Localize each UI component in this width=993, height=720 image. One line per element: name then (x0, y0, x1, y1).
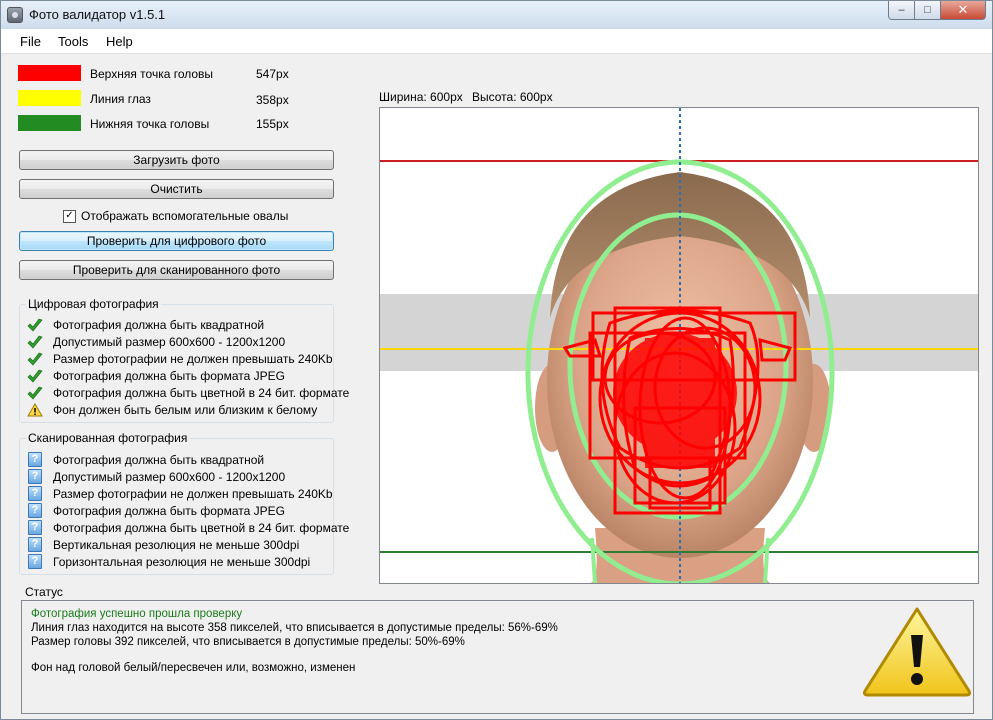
menu-file[interactable]: File (20, 34, 41, 49)
legend-value-bottom: 155px (256, 117, 289, 131)
question-icon: ? (27, 503, 43, 519)
question-icon: ? (27, 486, 43, 502)
legend-swatch-bottom (18, 115, 81, 131)
status-line-head: Размер головы 392 пикселей, что вписывае… (31, 636, 465, 648)
question-glyph: ? (28, 537, 42, 552)
green-check-icon (27, 334, 43, 350)
digital-check-item-text: Размер фотографии не должен превышать 24… (53, 351, 333, 366)
menu-help[interactable]: Help (106, 34, 133, 49)
digital-check-item: Фотография должна быть квадратной (27, 316, 264, 333)
green-check-icon (27, 385, 43, 401)
digital-check-item: Допустимый размер 600x600 - 1200x1200 (27, 333, 285, 350)
load-photo-button[interactable]: Загрузить фото (19, 150, 334, 170)
camera-icon (7, 7, 23, 23)
legend-label-top: Верхняя точка головы (90, 67, 214, 81)
digital-check-item: Размер фотографии не должен превышать 24… (27, 350, 333, 367)
minimize-button[interactable]: ‒ (888, 1, 915, 20)
scanned-check-item: ? Фотография должна быть цветной в 24 бит… (27, 519, 349, 536)
show-ovals-checkbox[interactable]: ✓ (63, 209, 76, 223)
photo-width-label: Ширина: 600px (379, 90, 463, 104)
status-panel: Фотография успешно прошла проверку Линия… (21, 600, 974, 714)
question-icon: ? (27, 520, 43, 536)
question-glyph: ? (28, 452, 42, 467)
warning-icon (27, 402, 43, 418)
photo-preview[interactable] (379, 107, 979, 584)
show-ovals-label: Отображать вспомогательные овалы (81, 209, 289, 223)
scanned-check-item: ? Допустимый размер 600x600 - 1200x1200 (27, 468, 285, 485)
window-controls: ‒ □ ✕ (888, 1, 986, 21)
status-line-eyes: Линия глаз находится на высоте 358 пиксе… (31, 622, 558, 634)
menu-tools[interactable]: Tools (58, 34, 88, 49)
question-glyph: ? (28, 503, 42, 518)
scanned-check-item-text: Фотография должна быть квадратной (53, 452, 265, 467)
title-bar[interactable]: Фото валидатор v1.5.1 ‒ □ ✕ (1, 1, 992, 29)
minimize-icon: ‒ (898, 4, 905, 16)
close-icon: ✕ (957, 2, 969, 17)
legend-swatch-top (18, 65, 81, 81)
scanned-check-item: ? Вертикальная резолюция не меньше 300dpi (27, 536, 299, 553)
question-glyph: ? (28, 554, 42, 569)
scanned-check-item: ? Фотография должна быть квадратной (27, 451, 264, 468)
legend-value-top: 547px (256, 67, 289, 81)
green-check-icon (27, 351, 43, 367)
app-window: Фото валидатор v1.5.1 ‒ □ ✕ File Tools H… (0, 0, 993, 720)
digital-check-item-text: Фотография должна быть формата JPEG (53, 368, 285, 383)
digital-check-item: Фотография должна быть формата JPEG (27, 367, 285, 384)
scanned-check-item: ? Горизонтальная резолюция не меньше 300d… (27, 553, 310, 570)
scanned-check-item-text: Вертикальная резолюция не меньше 300dpi (53, 537, 300, 552)
digital-group-title: Цифровая фотография (26, 297, 161, 311)
scanned-check-item-text: Фотография должна быть формата JPEG (53, 503, 285, 518)
legend-swatch-eyes (18, 90, 81, 106)
question-glyph: ? (28, 520, 42, 535)
scanned-check-item-text: Горизонтальная резолюция не меньше 300dp… (53, 554, 311, 569)
scanned-group-title: Сканированная фотография (26, 431, 190, 445)
close-button[interactable]: ✕ (941, 1, 986, 20)
photo-height-label: Высота: 600px (472, 90, 553, 104)
maximize-button[interactable]: □ (915, 1, 941, 20)
digital-check-item: Фотография должна быть цветной в 24 бит.… (27, 384, 349, 401)
question-icon: ? (27, 469, 43, 485)
digital-check-item: Фон должен быть белым или близким к бело… (27, 401, 317, 418)
scanned-check-item-text: Допустимый размер 600x600 - 1200x1200 (53, 469, 286, 484)
question-icon: ? (27, 537, 43, 553)
checkmark-icon: ✓ (65, 210, 74, 221)
digital-check-item-text: Фотография должна быть цветной в 24 бит.… (53, 385, 350, 400)
check-scanned-button[interactable]: Проверить для сканированного фото (19, 260, 334, 280)
question-icon: ? (27, 452, 43, 468)
main-content: Верхняя точка головы 547px Линия глаз 35… (1, 54, 992, 719)
question-glyph: ? (28, 486, 42, 501)
legend-label-eyes: Линия глаз (90, 92, 151, 106)
digital-photo-group: Цифровая фотография Фотография должна бы… (19, 297, 349, 423)
scanned-check-item: ? Размер фотографии не должен превышать 2… (27, 485, 333, 502)
window-title: Фото валидатор v1.5.1 (29, 7, 166, 22)
show-ovals-checkbox-row[interactable]: ✓ Отображать вспомогательные овалы (63, 208, 288, 224)
status-success: Фотография успешно прошла проверку (31, 608, 243, 620)
legend-label-bottom: Нижняя точка головы (90, 117, 210, 131)
question-glyph: ? (28, 469, 42, 484)
scanned-check-item-text: Размер фотографии не должен превышать 24… (53, 486, 333, 501)
status-line-background: Фон над головой белый/пересвечен или, во… (31, 662, 356, 674)
green-check-icon (27, 317, 43, 333)
scanned-check-item-text: Фотография должна быть цветной в 24 бит.… (53, 520, 350, 535)
scanned-photo-group: Сканированная фотография ? Фотография дол… (19, 431, 349, 575)
digital-check-item-text: Фон должен быть белым или близким к бело… (53, 402, 318, 417)
maximize-icon: □ (924, 4, 931, 16)
check-digital-button[interactable]: Проверить для цифрового фото (19, 231, 334, 251)
digital-check-item-text: Допустимый размер 600x600 - 1200x1200 (53, 334, 286, 349)
digital-check-item-text: Фотография должна быть квадратной (53, 317, 265, 332)
scanned-check-item: ? Фотография должна быть формата JPEG (27, 502, 285, 519)
menu-bar: File Tools Help (1, 29, 992, 54)
question-icon: ? (27, 554, 43, 570)
status-title: Статус (25, 585, 63, 599)
warning-icon (862, 607, 972, 697)
clear-button[interactable]: Очистить (19, 179, 334, 199)
green-check-icon (27, 368, 43, 384)
face-illustration (380, 108, 978, 583)
legend-value-eyes: 358px (256, 93, 289, 107)
